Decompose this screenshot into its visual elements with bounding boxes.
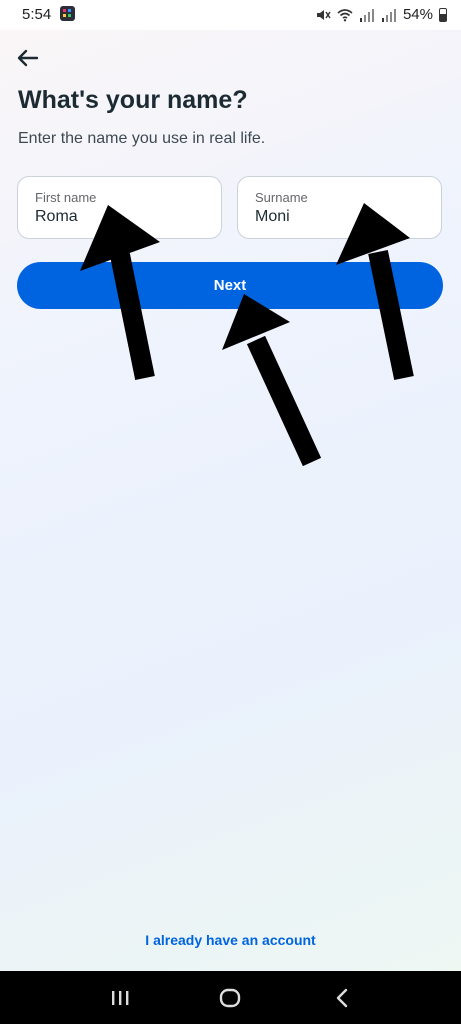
page-title: What's your name? [18,86,248,114]
app-notification-icon [60,6,75,21]
page-subtitle: Enter the name you use in real life. [18,130,266,147]
surname-value[interactable]: Moni [255,208,290,226]
status-bar: 5:54 54% [0,0,461,30]
navigation-bar [0,971,461,1024]
battery-percent: 54% [402,6,433,23]
wifi-icon [337,8,353,21]
recent-apps-icon[interactable] [105,983,135,1013]
surname-label: Surname [255,190,308,205]
next-button[interactable]: Next [17,262,443,309]
first-name-label: First name [35,190,97,205]
annotation-arrow-next [222,294,322,467]
signal-icon [381,8,396,22]
home-icon[interactable] [215,983,245,1013]
already-have-account-link[interactable]: I already have an account [0,932,461,948]
screen: 5:54 54% What's your name? Enter the nam… [0,0,461,1024]
battery-icon [439,7,447,22]
first-name-value[interactable]: Roma [35,208,78,226]
status-time: 5:54 [22,6,52,23]
annotation-arrows [80,203,414,467]
back-icon[interactable] [327,983,357,1013]
mute-icon [316,9,331,20]
signal-icon [359,8,374,22]
first-name-field[interactable]: First name Roma [17,176,222,239]
status-icons: 54% [315,6,447,23]
back-arrow-icon[interactable] [14,45,42,71]
surname-field[interactable]: Surname Moni [237,176,442,239]
